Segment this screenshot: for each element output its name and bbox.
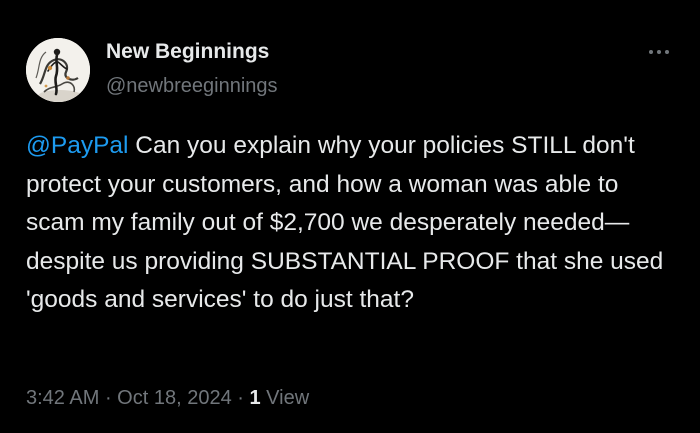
author-display-name[interactable]: New Beginnings (106, 40, 269, 64)
more-options-button[interactable] (644, 40, 674, 64)
author-handle[interactable]: @newbreeginnings (106, 75, 278, 98)
avatar[interactable] (26, 38, 90, 102)
more-horizontal-icon (649, 50, 669, 54)
meta-separator: · (99, 387, 118, 409)
post-metadata: 3:42 AM · Oct 18, 2024 · 1 View (26, 387, 309, 410)
post-date[interactable]: Oct 18, 2024 (117, 387, 232, 409)
tweet-card: New Beginnings @newbreeginnings @PayPal … (0, 0, 700, 433)
mention-link[interactable]: @PayPal (26, 132, 129, 159)
view-count: 1 (249, 387, 261, 409)
avatar-image (26, 38, 90, 102)
meta-separator: · (231, 387, 250, 409)
post-text: @PayPal Can you explain why your policie… (26, 127, 666, 320)
view-label: View (260, 387, 310, 409)
post-time[interactable]: 3:42 AM (26, 387, 99, 409)
post-body: Can you explain why your policies STILL … (26, 132, 664, 313)
